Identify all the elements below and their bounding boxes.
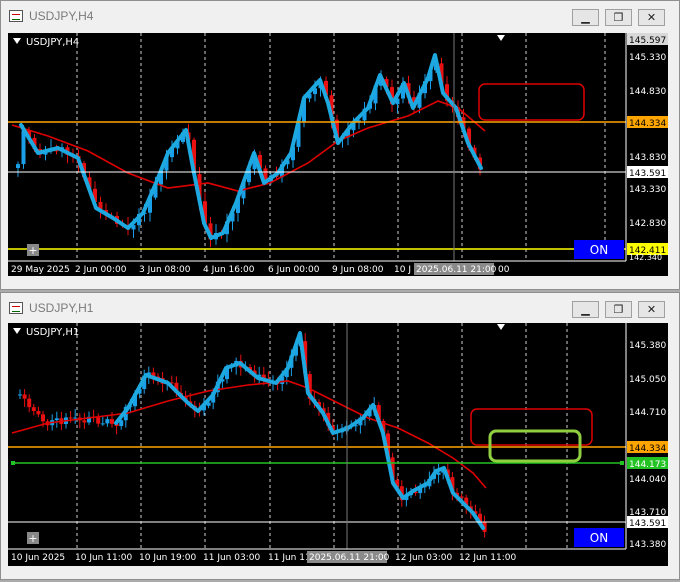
grid-lines	[76, 323, 568, 549]
chart-window-icon	[9, 10, 23, 22]
candle-body	[41, 414, 45, 422]
svg-text:+: +	[28, 244, 37, 257]
candle-body	[110, 419, 114, 424]
chart-window-icon	[9, 302, 23, 314]
time-label: 11 Jun 03:00	[203, 553, 260, 563]
time-label: 3 Jun 08:00	[139, 265, 191, 275]
candle-body	[31, 407, 36, 412]
price-label: 144.173	[629, 460, 666, 470]
time-label: 11 Jun 11	[268, 553, 311, 563]
candle-body	[105, 419, 110, 424]
moving-average-line	[11, 380, 487, 489]
crosshair-time-label: 2025.06.11 21:00	[309, 553, 390, 563]
candle-body	[22, 394, 27, 399]
price-axis: 145.597 145.330 144.830 144.334 143.830 …	[627, 33, 668, 262]
trend-trace	[114, 331, 485, 530]
time-label: 4 Jun 16:00	[203, 265, 255, 275]
close-button[interactable]: ✕	[638, 301, 665, 318]
candle-body	[82, 420, 87, 423]
chart-window-h4[interactable]: USDJPY,H4 ▁ ❐ ✕ USDJPY,H4 + ON 145.597 1…	[0, 0, 680, 290]
candle-body	[18, 394, 22, 396]
target-zone-rectangle[interactable]	[478, 83, 585, 121]
candle-body	[36, 411, 41, 415]
price-label: 145.380	[629, 341, 666, 351]
price-chart-h4[interactable]: USDJPY,H4 + ON 145.597 145.330 144.830 1…	[8, 33, 668, 276]
price-label: 143.380	[629, 540, 666, 550]
price-label: 145.330	[629, 53, 666, 63]
time-axis: 10 Jun 2025 10 Jun 11:00 10 Jun 19:00 11…	[11, 551, 516, 563]
candle-body	[54, 418, 59, 421]
price-label: 143.591	[629, 169, 666, 179]
on-button[interactable]: ON	[574, 240, 624, 259]
on-button[interactable]: ON	[574, 528, 624, 547]
price-label: 144.334	[629, 444, 666, 454]
candles	[18, 333, 487, 538]
candle-body	[21, 130, 26, 165]
candle-body	[100, 423, 105, 425]
time-label: 12 Jun 11:00	[459, 553, 516, 563]
chart-window-h1[interactable]: USDJPY,H1 ▁ ❐ ✕ USDJPY,H1 + ON 145.380 1…	[0, 292, 680, 580]
restore-button[interactable]: ❐	[605, 301, 632, 318]
price-chart-h1[interactable]: USDJPY,H1 + ON 145.380 145.050 144.710 1…	[8, 323, 668, 566]
crosshair-time-label: 2025.06.11 21:00	[416, 265, 497, 275]
time-label: 00	[498, 265, 510, 275]
svg-text:ON: ON	[590, 243, 608, 257]
time-label: 10 J	[394, 265, 411, 275]
chart-symbol-label: USDJPY,H4	[26, 37, 79, 48]
price-label: 144.830	[629, 87, 666, 97]
price-label: 144.040	[629, 475, 666, 485]
price-label: 143.830	[629, 153, 666, 163]
time-axis: 29 May 2025 2 Jun 00:00 3 Jun 08:00 4 Ju…	[11, 263, 510, 275]
window-title: USDJPY,H4	[29, 9, 94, 23]
time-label: 2 Jun 00:00	[75, 265, 127, 275]
candle-body	[68, 417, 73, 419]
time-label: 12 Jun 03:00	[395, 553, 452, 563]
price-label: 143.591	[629, 519, 666, 529]
title-bar-h1[interactable]: USDJPY,H1 ▁ ❐ ✕	[1, 293, 679, 323]
chart-symbol-label: USDJPY,H1	[26, 327, 79, 338]
chart-menu-arrow-icon[interactable]	[13, 38, 21, 44]
chart-plus-icon[interactable]: +	[27, 244, 39, 257]
window-title: USDJPY,H1	[29, 301, 94, 315]
price-label: 144.710	[629, 408, 666, 418]
candles	[16, 57, 482, 248]
time-label: 10 Jun 2025	[11, 553, 65, 563]
price-label: 142.830	[629, 219, 666, 229]
price-label: 142.340	[629, 253, 662, 262]
time-label: 29 May 2025	[11, 265, 70, 275]
time-label: 10 Jun 19:00	[139, 553, 196, 563]
price-label: 143.330	[629, 185, 666, 195]
price-label: 145.597	[629, 36, 666, 46]
svg-text:ON: ON	[590, 531, 608, 545]
shift-marker-icon[interactable]	[497, 35, 505, 41]
time-label: 6 Jun 00:00	[268, 265, 320, 275]
price-axis: 145.380 145.050 144.710 144.334 144.173 …	[627, 341, 668, 550]
close-button[interactable]: ✕	[638, 9, 665, 26]
grid-lines	[76, 33, 606, 261]
chart-menu-arrow-icon[interactable]	[13, 328, 21, 334]
candle-body	[27, 398, 32, 408]
shift-marker-icon[interactable]	[497, 324, 505, 330]
chart-plus-icon[interactable]: +	[27, 532, 39, 545]
title-bar-h4[interactable]: USDJPY,H4 ▁ ❐ ✕	[1, 1, 679, 31]
candle-body	[73, 417, 78, 419]
price-label: 144.334	[629, 119, 666, 129]
time-label: 9 Jun 08:00	[332, 265, 384, 275]
time-label: 10 Jun 11:00	[75, 553, 132, 563]
candle-body	[436, 472, 441, 475]
restore-button[interactable]: ❐	[605, 9, 632, 26]
chart-canvas-h1[interactable]: USDJPY,H1 + ON 145.380 145.050 144.710 1…	[8, 323, 668, 566]
price-label: 145.050	[629, 375, 666, 385]
candle-body	[96, 417, 101, 424]
minimize-button[interactable]: ▁	[572, 9, 599, 26]
trend-trace	[19, 53, 483, 240]
svg-text:+: +	[28, 532, 37, 545]
minimize-button[interactable]: ▁	[572, 301, 599, 318]
chart-canvas-h4[interactable]: USDJPY,H4 + ON 145.597 145.330 144.830 1…	[8, 33, 668, 276]
candle-body	[16, 164, 20, 168]
